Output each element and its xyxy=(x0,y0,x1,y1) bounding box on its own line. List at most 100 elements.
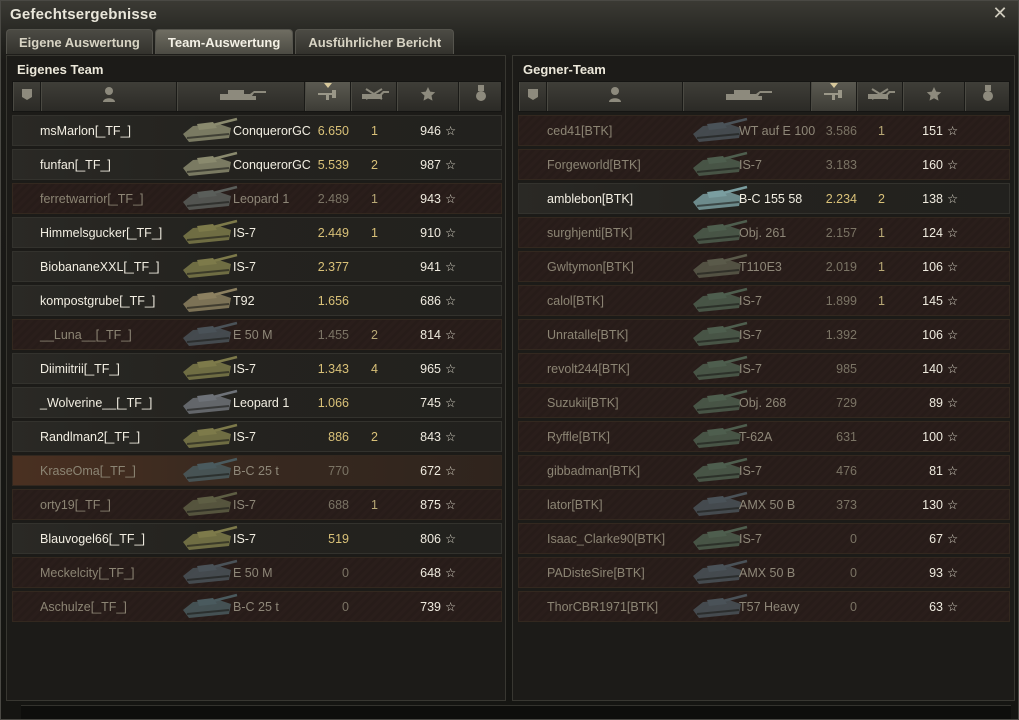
own-column-xp-star-header[interactable] xyxy=(397,82,459,111)
xp-star-icon: ☆ xyxy=(445,294,457,308)
xp-star-icon: ☆ xyxy=(947,158,959,172)
xp-value: 151 xyxy=(922,124,943,138)
battle-results-window: Gefechtsergebnisse ✕ Eigene Auswertung T… xyxy=(0,0,1019,720)
tank-name: T57 Heavy xyxy=(739,600,800,614)
enemy-player-row[interactable]: PADisteSire[BTK] AMX 50 B 0 93 ☆ xyxy=(518,557,1010,588)
kills-value: 1 xyxy=(371,124,378,138)
own-player-row[interactable]: KraseOma[_TF_] B-C 25 t 770 672 ☆ xyxy=(12,455,502,486)
own-player-row[interactable]: funfan[_TF_] ConquerorGC 5.539 2 987 ☆ xyxy=(12,149,502,180)
tab-ausfuehrlicher-bericht[interactable]: Ausführlicher Bericht xyxy=(295,29,455,54)
tank-silhouette-icon xyxy=(179,218,239,246)
damage-icon xyxy=(316,87,340,106)
kills-value: 1 xyxy=(878,124,885,138)
tank-name: IS-7 xyxy=(233,498,256,512)
damage-value: 1.343 xyxy=(317,362,349,376)
enemy-team-header xyxy=(518,81,1011,112)
damage-value: 5.539 xyxy=(317,158,349,172)
xp-value: 140 xyxy=(922,362,943,376)
xp-value: 843 xyxy=(420,430,441,444)
player-name: KraseOma[_TF_] xyxy=(40,464,136,478)
platoon-icon xyxy=(526,87,540,106)
own-player-row[interactable]: Blauvogel66[_TF_] IS-7 519 806 ☆ xyxy=(12,523,502,554)
own-player-row[interactable]: orty19[_TF_] IS-7 688 1 875 ☆ xyxy=(12,489,502,520)
xp-star-icon xyxy=(420,86,436,107)
player-name: msMarlon[_TF_] xyxy=(40,124,131,138)
tank-name: IS-7 xyxy=(233,430,256,444)
own-column-medal-header[interactable] xyxy=(459,82,503,111)
enemy-player-row[interactable]: Ryffle[BTK] T-62A 631 100 ☆ xyxy=(518,421,1010,452)
tank-silhouette-icon xyxy=(179,592,239,620)
own-column-kills-header[interactable] xyxy=(351,82,397,111)
own-player-row[interactable]: Randlman2[_TF_] IS-7 886 2 843 ☆ xyxy=(12,421,502,452)
own-player-row[interactable]: _Wolverine__[_TF_] Leopard 1 1.066 745 ☆ xyxy=(12,387,502,418)
xp-star-icon: ☆ xyxy=(445,600,457,614)
own-column-platoon-header[interactable] xyxy=(13,82,41,111)
platoon-icon xyxy=(20,87,34,106)
own-player-row[interactable]: Diimiitrii[_TF_] IS-7 1.343 4 965 ☆ xyxy=(12,353,502,384)
tank-silhouette-icon xyxy=(179,286,239,314)
xp-star-icon: ☆ xyxy=(445,192,457,206)
enemy-player-row[interactable]: Gwltymon[BTK] T110E3 2.019 1 106 ☆ xyxy=(518,251,1010,282)
own-player-row[interactable]: Aschulze[_TF_] B-C 25 t 0 739 ☆ xyxy=(12,591,502,622)
enemy-player-row[interactable]: Isaac_Clarke90[BTK] IS-7 0 67 ☆ xyxy=(518,523,1010,554)
enemy-player-row[interactable]: surghjenti[BTK] Obj. 261 2.157 1 124 ☆ xyxy=(518,217,1010,248)
kills-value: 4 xyxy=(371,362,378,376)
damage-value: 0 xyxy=(850,566,857,580)
own-column-tank-header[interactable] xyxy=(177,82,305,111)
xp-value: 745 xyxy=(420,396,441,410)
enemy-column-platoon-header[interactable] xyxy=(519,82,547,111)
xp-value: 138 xyxy=(922,192,943,206)
tank-name: IS-7 xyxy=(739,532,762,546)
damage-value: 0 xyxy=(342,600,349,614)
xp-value: 81 xyxy=(929,464,943,478)
damage-value: 886 xyxy=(328,430,349,444)
tab-team-auswertung[interactable]: Team-Auswertung xyxy=(154,29,294,54)
enemy-player-row[interactable]: calol[BTK] IS-7 1.899 1 145 ☆ xyxy=(518,285,1010,316)
enemy-column-xp-star-header[interactable] xyxy=(903,82,965,111)
xp-value: 67 xyxy=(929,532,943,546)
enemy-column-medal-header[interactable] xyxy=(965,82,1011,111)
enemy-column-tank-header[interactable] xyxy=(683,82,811,111)
enemy-column-damage-header[interactable] xyxy=(811,82,857,111)
player-name: Unratalle[BTK] xyxy=(547,328,629,342)
close-icon[interactable]: ✕ xyxy=(990,3,1010,23)
enemy-column-player-header[interactable] xyxy=(547,82,683,111)
enemy-player-row[interactable]: ced41[BTK] WT auf E 100 3.586 1 151 ☆ xyxy=(518,115,1010,146)
xp-value: 965 xyxy=(420,362,441,376)
own-column-damage-header[interactable] xyxy=(305,82,351,111)
xp-star-icon: ☆ xyxy=(947,498,959,512)
own-player-row[interactable]: kompostgrube[_TF_] T92 1.656 686 ☆ xyxy=(12,285,502,316)
tank-name: ConquerorGC xyxy=(233,124,311,138)
own-player-row[interactable]: BiobananeXXL[_TF_] IS-7 2.377 941 ☆ xyxy=(12,251,502,282)
own-player-row[interactable]: Himmelsgucker[_TF_] IS-7 2.449 1 910 ☆ xyxy=(12,217,502,248)
damage-value: 6.650 xyxy=(317,124,349,138)
enemy-player-row[interactable]: revolt244[BTK] IS-7 985 140 ☆ xyxy=(518,353,1010,384)
enemy-player-row[interactable]: gibbadman[BTK] IS-7 476 81 ☆ xyxy=(518,455,1010,486)
enemy-player-row[interactable]: Unratalle[BTK] IS-7 1.392 106 ☆ xyxy=(518,319,1010,350)
enemy-player-row[interactable]: Suzukii[BTK] Obj. 268 729 89 ☆ xyxy=(518,387,1010,418)
tank-icon xyxy=(214,86,268,107)
own-player-row[interactable]: msMarlon[_TF_] ConquerorGC 6.650 1 946 ☆ xyxy=(12,115,502,146)
own-player-row[interactable]: Meckelcity[_TF_] E 50 M 0 648 ☆ xyxy=(12,557,502,588)
enemy-player-row[interactable]: amblebon[BTK] B-C 155 58 2.234 2 138 ☆ xyxy=(518,183,1010,214)
xp-star-icon: ☆ xyxy=(445,260,457,274)
tank-name: Obj. 268 xyxy=(739,396,787,410)
enemy-player-row[interactable]: Forgeworld[BTK] IS-7 3.183 160 ☆ xyxy=(518,149,1010,180)
kills-value: 1 xyxy=(878,260,885,274)
tab-eigene-auswertung[interactable]: Eigene Auswertung xyxy=(6,29,153,54)
xp-value: 987 xyxy=(420,158,441,172)
enemy-player-row[interactable]: lator[BTK] AMX 50 B 373 130 ☆ xyxy=(518,489,1010,520)
enemy-player-row[interactable]: ThorCBR1971[BTK] T57 Heavy 0 63 ☆ xyxy=(518,591,1010,622)
own-player-row[interactable]: __Luna__[_TF_] E 50 M 1.455 2 814 ☆ xyxy=(12,319,502,350)
xp-value: 806 xyxy=(420,532,441,546)
damage-value: 1.066 xyxy=(317,396,349,410)
player-name: Himmelsgucker[_TF_] xyxy=(40,226,163,240)
player-name: ced41[BTK] xyxy=(547,124,613,138)
tank-silhouette-icon xyxy=(179,490,239,518)
damage-value: 3.586 xyxy=(825,124,857,138)
xp-value: 739 xyxy=(420,600,441,614)
own-player-row[interactable]: ferretwarrior[_TF_] Leopard 1 2.489 1 943 ☆ xyxy=(12,183,502,214)
damage-value: 1.392 xyxy=(825,328,857,342)
enemy-column-kills-header[interactable] xyxy=(857,82,903,111)
own-column-player-header[interactable] xyxy=(41,82,177,111)
